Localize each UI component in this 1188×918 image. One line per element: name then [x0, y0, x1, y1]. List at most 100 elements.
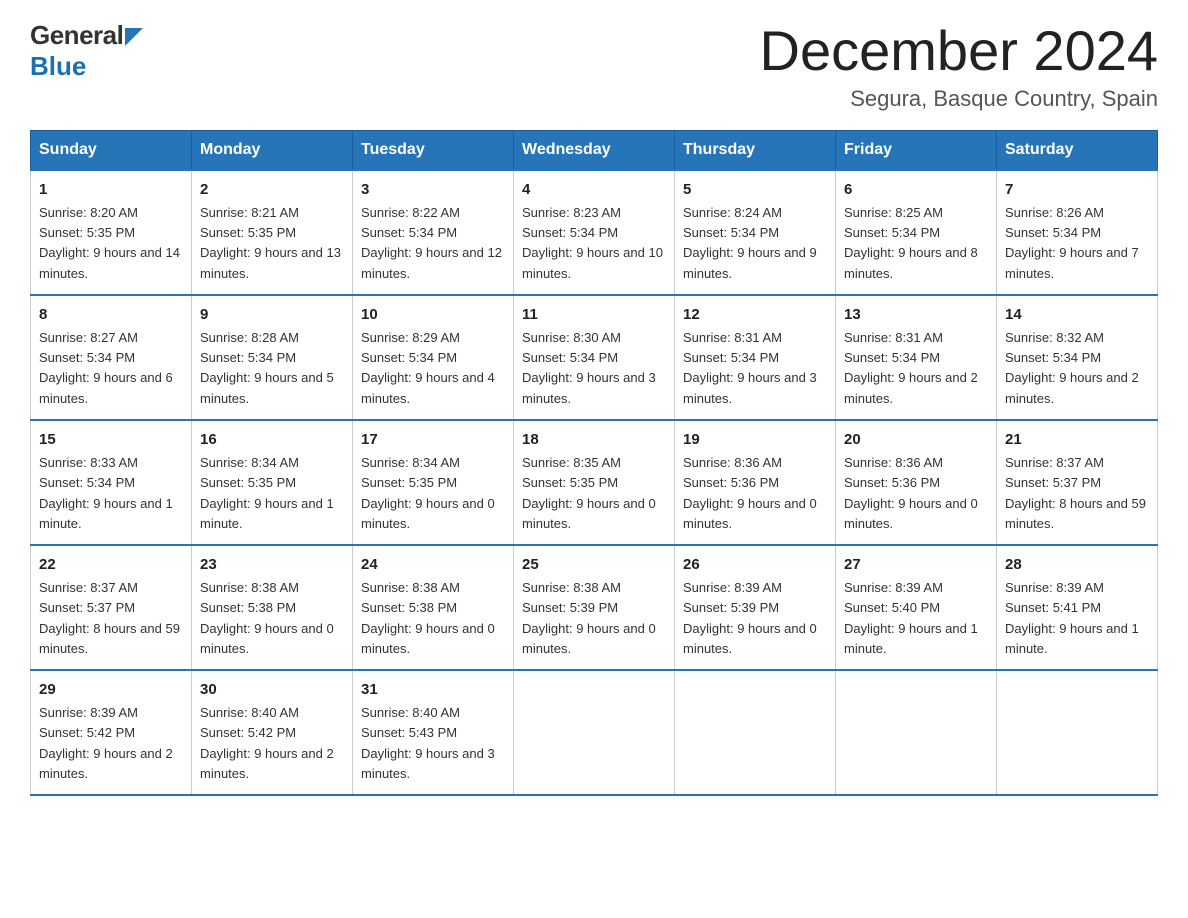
logo-blue-text: Blue: [30, 51, 86, 81]
table-row: 8 Sunrise: 8:27 AM Sunset: 5:34 PM Dayli…: [31, 295, 192, 420]
day-number: 28: [1005, 554, 1149, 577]
calendar-week-row: 8 Sunrise: 8:27 AM Sunset: 5:34 PM Dayli…: [31, 295, 1158, 420]
calendar-table: Sunday Monday Tuesday Wednesday Thursday…: [30, 130, 1158, 796]
table-row: 7 Sunrise: 8:26 AM Sunset: 5:34 PM Dayli…: [997, 170, 1158, 295]
table-row: 14 Sunrise: 8:32 AM Sunset: 5:34 PM Dayl…: [997, 295, 1158, 420]
table-row: 31 Sunrise: 8:40 AM Sunset: 5:43 PM Dayl…: [353, 670, 514, 795]
day-number: 29: [39, 679, 183, 702]
cell-info: Sunrise: 8:34 AM Sunset: 5:35 PM Dayligh…: [361, 453, 505, 534]
cell-info: Sunrise: 8:25 AM Sunset: 5:34 PM Dayligh…: [844, 203, 988, 284]
day-number: 13: [844, 304, 988, 327]
cell-info: Sunrise: 8:31 AM Sunset: 5:34 PM Dayligh…: [683, 328, 827, 409]
day-number: 20: [844, 429, 988, 452]
day-number: 8: [39, 304, 183, 327]
logo-general-text: General: [30, 20, 123, 51]
table-row: [675, 670, 836, 795]
table-row: 23 Sunrise: 8:38 AM Sunset: 5:38 PM Dayl…: [192, 545, 353, 670]
calendar-week-row: 15 Sunrise: 8:33 AM Sunset: 5:34 PM Dayl…: [31, 420, 1158, 545]
header-wednesday: Wednesday: [514, 130, 675, 170]
table-row: 17 Sunrise: 8:34 AM Sunset: 5:35 PM Dayl…: [353, 420, 514, 545]
table-row: 12 Sunrise: 8:31 AM Sunset: 5:34 PM Dayl…: [675, 295, 836, 420]
day-number: 9: [200, 304, 344, 327]
cell-info: Sunrise: 8:39 AM Sunset: 5:40 PM Dayligh…: [844, 578, 988, 659]
day-number: 26: [683, 554, 827, 577]
table-row: 10 Sunrise: 8:29 AM Sunset: 5:34 PM Dayl…: [353, 295, 514, 420]
table-row: 30 Sunrise: 8:40 AM Sunset: 5:42 PM Dayl…: [192, 670, 353, 795]
cell-info: Sunrise: 8:35 AM Sunset: 5:35 PM Dayligh…: [522, 453, 666, 534]
day-number: 16: [200, 429, 344, 452]
day-number: 24: [361, 554, 505, 577]
cell-info: Sunrise: 8:23 AM Sunset: 5:34 PM Dayligh…: [522, 203, 666, 284]
table-row: 6 Sunrise: 8:25 AM Sunset: 5:34 PM Dayli…: [836, 170, 997, 295]
day-number: 18: [522, 429, 666, 452]
calendar-week-row: 29 Sunrise: 8:39 AM Sunset: 5:42 PM Dayl…: [31, 670, 1158, 795]
header-saturday: Saturday: [997, 130, 1158, 170]
cell-info: Sunrise: 8:20 AM Sunset: 5:35 PM Dayligh…: [39, 203, 183, 284]
header-monday: Monday: [192, 130, 353, 170]
day-number: 5: [683, 179, 827, 202]
logo-triangle-icon: [125, 28, 143, 46]
day-number: 21: [1005, 429, 1149, 452]
cell-info: Sunrise: 8:36 AM Sunset: 5:36 PM Dayligh…: [844, 453, 988, 534]
day-number: 25: [522, 554, 666, 577]
cell-info: Sunrise: 8:36 AM Sunset: 5:36 PM Dayligh…: [683, 453, 827, 534]
day-number: 23: [200, 554, 344, 577]
table-row: 29 Sunrise: 8:39 AM Sunset: 5:42 PM Dayl…: [31, 670, 192, 795]
table-row: 26 Sunrise: 8:39 AM Sunset: 5:39 PM Dayl…: [675, 545, 836, 670]
day-number: 12: [683, 304, 827, 327]
day-number: 27: [844, 554, 988, 577]
header-friday: Friday: [836, 130, 997, 170]
cell-info: Sunrise: 8:39 AM Sunset: 5:39 PM Dayligh…: [683, 578, 827, 659]
day-number: 31: [361, 679, 505, 702]
header-thursday: Thursday: [675, 130, 836, 170]
table-row: 2 Sunrise: 8:21 AM Sunset: 5:35 PM Dayli…: [192, 170, 353, 295]
day-number: 30: [200, 679, 344, 702]
cell-info: Sunrise: 8:29 AM Sunset: 5:34 PM Dayligh…: [361, 328, 505, 409]
table-row: 28 Sunrise: 8:39 AM Sunset: 5:41 PM Dayl…: [997, 545, 1158, 670]
table-row: 9 Sunrise: 8:28 AM Sunset: 5:34 PM Dayli…: [192, 295, 353, 420]
table-row: 13 Sunrise: 8:31 AM Sunset: 5:34 PM Dayl…: [836, 295, 997, 420]
table-row: 5 Sunrise: 8:24 AM Sunset: 5:34 PM Dayli…: [675, 170, 836, 295]
day-number: 1: [39, 179, 183, 202]
logo: General Blue: [30, 20, 143, 82]
cell-info: Sunrise: 8:32 AM Sunset: 5:34 PM Dayligh…: [1005, 328, 1149, 409]
cell-info: Sunrise: 8:28 AM Sunset: 5:34 PM Dayligh…: [200, 328, 344, 409]
cell-info: Sunrise: 8:24 AM Sunset: 5:34 PM Dayligh…: [683, 203, 827, 284]
table-row: 3 Sunrise: 8:22 AM Sunset: 5:34 PM Dayli…: [353, 170, 514, 295]
cell-info: Sunrise: 8:39 AM Sunset: 5:41 PM Dayligh…: [1005, 578, 1149, 659]
calendar-header-row: Sunday Monday Tuesday Wednesday Thursday…: [31, 130, 1158, 170]
day-number: 3: [361, 179, 505, 202]
cell-info: Sunrise: 8:39 AM Sunset: 5:42 PM Dayligh…: [39, 703, 183, 784]
title-block: December 2024 Segura, Basque Country, Sp…: [760, 20, 1158, 112]
cell-info: Sunrise: 8:38 AM Sunset: 5:38 PM Dayligh…: [200, 578, 344, 659]
table-row: 11 Sunrise: 8:30 AM Sunset: 5:34 PM Dayl…: [514, 295, 675, 420]
table-row: 27 Sunrise: 8:39 AM Sunset: 5:40 PM Dayl…: [836, 545, 997, 670]
header-sunday: Sunday: [31, 130, 192, 170]
page-header: General Blue December 2024 Segura, Basqu…: [30, 20, 1158, 112]
cell-info: Sunrise: 8:37 AM Sunset: 5:37 PM Dayligh…: [39, 578, 183, 659]
table-row: 19 Sunrise: 8:36 AM Sunset: 5:36 PM Dayl…: [675, 420, 836, 545]
table-row: [514, 670, 675, 795]
table-row: 15 Sunrise: 8:33 AM Sunset: 5:34 PM Dayl…: [31, 420, 192, 545]
day-number: 17: [361, 429, 505, 452]
day-number: 6: [844, 179, 988, 202]
cell-info: Sunrise: 8:22 AM Sunset: 5:34 PM Dayligh…: [361, 203, 505, 284]
month-title: December 2024: [760, 20, 1158, 82]
day-number: 22: [39, 554, 183, 577]
header-tuesday: Tuesday: [353, 130, 514, 170]
calendar-week-row: 1 Sunrise: 8:20 AM Sunset: 5:35 PM Dayli…: [31, 170, 1158, 295]
cell-info: Sunrise: 8:34 AM Sunset: 5:35 PM Dayligh…: [200, 453, 344, 534]
day-number: 7: [1005, 179, 1149, 202]
cell-info: Sunrise: 8:38 AM Sunset: 5:39 PM Dayligh…: [522, 578, 666, 659]
day-number: 10: [361, 304, 505, 327]
cell-info: Sunrise: 8:33 AM Sunset: 5:34 PM Dayligh…: [39, 453, 183, 534]
table-row: 22 Sunrise: 8:37 AM Sunset: 5:37 PM Dayl…: [31, 545, 192, 670]
table-row: 20 Sunrise: 8:36 AM Sunset: 5:36 PM Dayl…: [836, 420, 997, 545]
table-row: 1 Sunrise: 8:20 AM Sunset: 5:35 PM Dayli…: [31, 170, 192, 295]
cell-info: Sunrise: 8:40 AM Sunset: 5:42 PM Dayligh…: [200, 703, 344, 784]
table-row: 4 Sunrise: 8:23 AM Sunset: 5:34 PM Dayli…: [514, 170, 675, 295]
cell-info: Sunrise: 8:38 AM Sunset: 5:38 PM Dayligh…: [361, 578, 505, 659]
table-row: 18 Sunrise: 8:35 AM Sunset: 5:35 PM Dayl…: [514, 420, 675, 545]
location-subtitle: Segura, Basque Country, Spain: [760, 86, 1158, 112]
table-row: 21 Sunrise: 8:37 AM Sunset: 5:37 PM Dayl…: [997, 420, 1158, 545]
